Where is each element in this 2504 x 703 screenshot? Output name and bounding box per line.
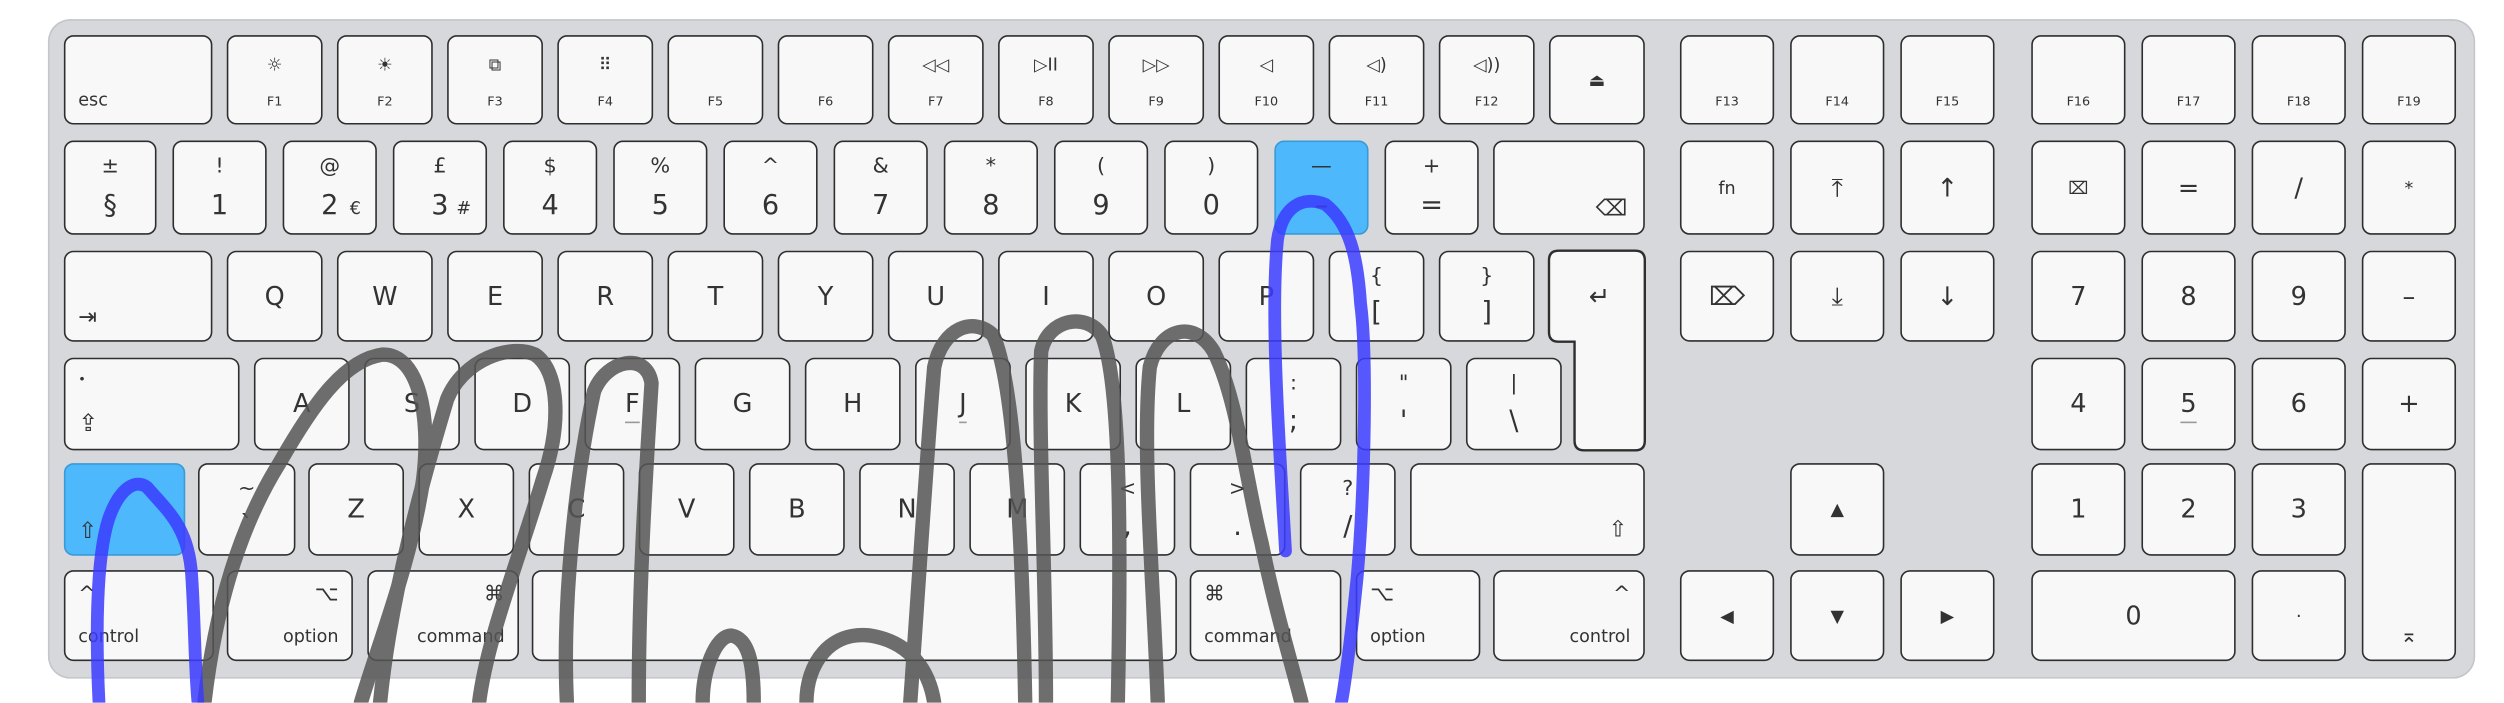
keyboard-diagram: esc ☼ F1 ☀ F2 ⧉ F3 ⠿ F4 F5 F6 ◁◁ F7 ▷II F8 ▷▷ F9 ◁ F10 ◁) F1… [0, 0, 2504, 703]
return-icon: ↵ [1588, 281, 1611, 312]
key-return[interactable] [0, 0, 2504, 703]
